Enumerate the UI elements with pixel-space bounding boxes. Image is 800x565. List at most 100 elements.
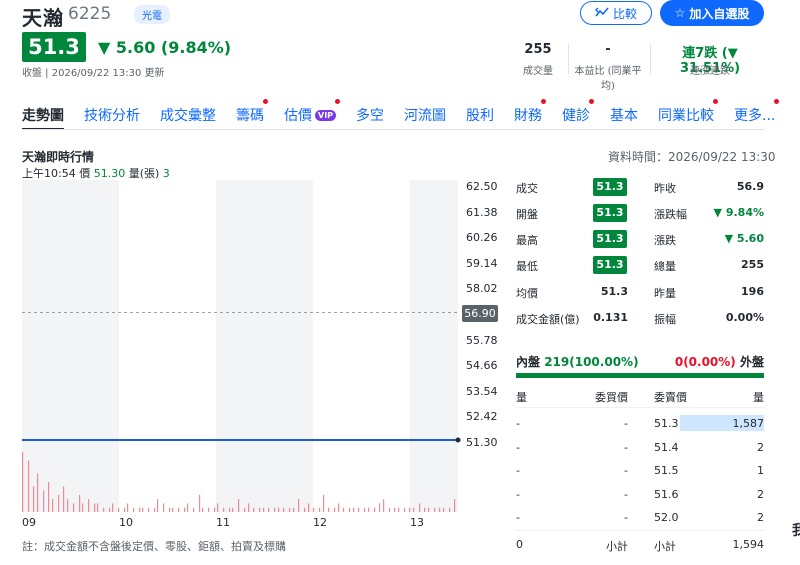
tab-health[interactable]: 健診 <box>562 99 595 128</box>
volume-bar <box>389 507 391 512</box>
tab-more[interactable]: 更多... <box>734 99 780 128</box>
volume-bar <box>454 499 456 512</box>
y-tick-label: 58.02 <box>466 282 498 296</box>
volume-bar <box>383 499 385 512</box>
volume-bar <box>413 507 415 512</box>
volume-bar <box>127 503 129 512</box>
notify-dot <box>263 99 268 104</box>
ask-volume: 2 <box>757 487 764 501</box>
volume-bar <box>63 486 65 512</box>
volume-bar <box>208 507 210 512</box>
industry-tag[interactable]: 光電 <box>134 5 170 24</box>
tab-financial[interactable]: 財務 <box>514 99 547 128</box>
x-tick-label: 10 <box>119 516 133 529</box>
volume-bar <box>223 507 225 512</box>
bid-price: - <box>624 464 628 477</box>
star-icon: ☆ <box>674 6 686 20</box>
intraday-chart[interactable] <box>22 180 462 515</box>
rt-price: 51.30 <box>93 167 126 180</box>
tab-technical[interactable]: 技術分析 <box>84 102 140 128</box>
tab-basic[interactable]: 基本 <box>610 102 638 128</box>
volume-bar <box>52 499 54 512</box>
stat-pe-label: 本益比 (同業平均) <box>574 66 642 92</box>
ask-price: 51.6 <box>654 487 679 501</box>
volume-bar <box>319 507 321 512</box>
stat-streak-label: 連漲連跌 <box>690 66 730 77</box>
volume-bar <box>109 507 111 512</box>
divider <box>516 407 764 408</box>
tab-trades[interactable]: 成交彙整 <box>160 102 216 128</box>
volume-bar <box>323 494 325 512</box>
add-watchlist-button[interactable]: ☆ 加入自選股 <box>660 0 764 26</box>
volume-bar <box>28 460 30 512</box>
add-watchlist-label: 加入自選股 <box>689 6 750 21</box>
x-tick-label: 11 <box>216 516 230 529</box>
volume-bar <box>268 507 270 512</box>
quote-value: 51.3 <box>600 285 628 298</box>
volume-bar <box>364 507 366 512</box>
volume-bar <box>58 494 60 512</box>
tab-valuation[interactable]: 估價 VIP <box>284 99 341 128</box>
divider <box>516 530 764 531</box>
tab-trend[interactable]: 走勢圖 <box>22 102 64 130</box>
notify-dot <box>541 99 547 104</box>
tab-chips[interactable]: 籌碼 <box>236 99 268 128</box>
volume-bar <box>169 507 171 512</box>
quote-label: 最低 <box>516 260 538 273</box>
volume-bar <box>142 507 144 512</box>
current-price: 51.3 <box>22 32 86 62</box>
volume-bar <box>148 507 150 512</box>
y-tick-label: 62.50 <box>466 180 498 193</box>
tab-bull-bear[interactable]: 多空 <box>356 102 384 128</box>
ask-volume: 1 <box>757 464 764 477</box>
rt-vol-label: 量(張) <box>128 167 160 180</box>
volume-bar <box>82 503 84 512</box>
tab-dividend[interactable]: 股利 <box>466 102 494 128</box>
volume-bar <box>334 507 336 512</box>
volume-bar <box>358 507 360 512</box>
divider <box>568 44 569 74</box>
notify-dot <box>335 99 341 104</box>
close-time: 收盤 | 2026/09/22 13:30 更新 <box>22 68 165 79</box>
bid-price: - <box>624 440 628 454</box>
volume-bar <box>48 482 50 512</box>
volume-bar <box>248 503 250 512</box>
volume-bar <box>304 507 306 512</box>
y-tick-label: 53.54 <box>466 384 498 398</box>
volume-bar <box>94 503 96 512</box>
stat-streak-value: 連7跌 (▼ 31.51%) <box>679 46 741 76</box>
edge-text: 我 <box>792 523 800 539</box>
notify-dot <box>589 99 595 104</box>
volume-bar <box>217 503 219 512</box>
stock-code: 6225 <box>68 4 112 24</box>
volume-bar <box>428 507 430 512</box>
volume-bar <box>172 507 174 512</box>
y-tick-label: 54.66 <box>466 359 498 373</box>
price-change: ▼ 5.60 (9.84%) <box>98 38 232 57</box>
volume-bar <box>229 507 231 512</box>
stock-name: 天瀚 <box>22 6 64 30</box>
volume-bar <box>232 507 234 512</box>
volume-bar <box>118 507 120 512</box>
notify-dot <box>774 99 780 104</box>
quote-label: 昨收 <box>654 182 676 195</box>
tab-peers[interactable]: 同業比較 <box>658 99 719 128</box>
tab-bar: 走勢圖 技術分析 成交彙整 籌碼 估價 VIP 多空 河流圖 股利 財務 健診 基… <box>22 99 780 130</box>
compare-button[interactable]: 比較 <box>580 1 652 25</box>
y-tick-label: 52.42 <box>466 410 498 424</box>
volume-bar <box>424 507 426 512</box>
volume-bar <box>343 507 345 512</box>
volume-bar <box>293 507 295 512</box>
volume-bar <box>253 507 255 512</box>
volume-bar <box>97 503 99 512</box>
volume-bar <box>443 507 445 512</box>
volume-bar <box>193 507 195 512</box>
volume-bar <box>139 507 141 512</box>
bid-volume: - <box>516 511 520 524</box>
hour-band <box>410 180 458 512</box>
volume-bar <box>289 507 291 512</box>
volume-bar <box>124 507 126 512</box>
volume-bar <box>434 507 436 512</box>
tab-river[interactable]: 河流圖 <box>404 102 446 128</box>
stat-pe: - 本益比 (同業平均) <box>570 42 646 92</box>
